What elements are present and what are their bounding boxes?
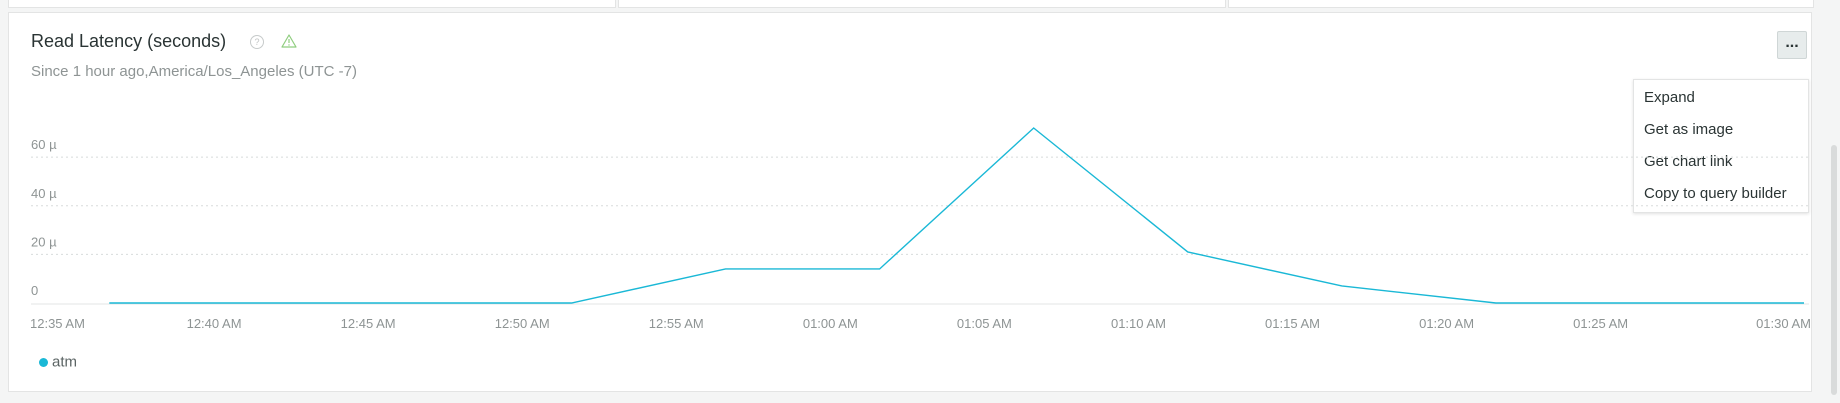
x-tick-label: 12:40 AM bbox=[187, 316, 242, 331]
y-tick-label: 60 µ bbox=[31, 137, 57, 152]
x-tick-label: 01:30 AM bbox=[1756, 316, 1811, 331]
y-tick-label: 20 µ bbox=[31, 234, 57, 249]
y-tick-label: 0 bbox=[31, 283, 38, 298]
x-tick-label: 12:50 AM bbox=[495, 316, 550, 331]
x-tick-label: 12:45 AM bbox=[341, 316, 396, 331]
top-tiles-strip bbox=[0, 0, 1840, 10]
x-tick-label: 01:20 AM bbox=[1419, 316, 1474, 331]
legend-label-atm[interactable]: atm bbox=[52, 354, 77, 371]
top-tile bbox=[618, 0, 1226, 8]
x-tick-label: 12:35 AM bbox=[30, 316, 85, 331]
x-tick-label: 01:25 AM bbox=[1573, 316, 1628, 331]
x-tick-label: 01:00 AM bbox=[803, 316, 858, 331]
page-scrollbar[interactable] bbox=[1826, 0, 1840, 403]
scrollbar-thumb[interactable] bbox=[1831, 145, 1837, 395]
line-chart: 0 20 µ 40 µ 60 µ 12:35 AM 12:40 AM 12:45 AM 12:… bbox=[30, 127, 1811, 331]
legend-marker-atm bbox=[39, 357, 48, 367]
x-tick-label: 12:55 AM bbox=[649, 316, 704, 331]
series-line-atm bbox=[109, 127, 1804, 304]
top-tile bbox=[1228, 0, 1814, 8]
top-tile bbox=[8, 0, 616, 8]
y-tick-label: 40 µ bbox=[31, 186, 57, 201]
chart-panel: Read Latency (seconds) ? Since 1 hour ag… bbox=[8, 12, 1812, 392]
x-tick-label: 01:15 AM bbox=[1265, 316, 1320, 331]
chart-legend: atm bbox=[39, 353, 77, 371]
x-tick-label: 01:10 AM bbox=[1111, 316, 1166, 331]
x-tick-label: 01:05 AM bbox=[957, 316, 1012, 331]
